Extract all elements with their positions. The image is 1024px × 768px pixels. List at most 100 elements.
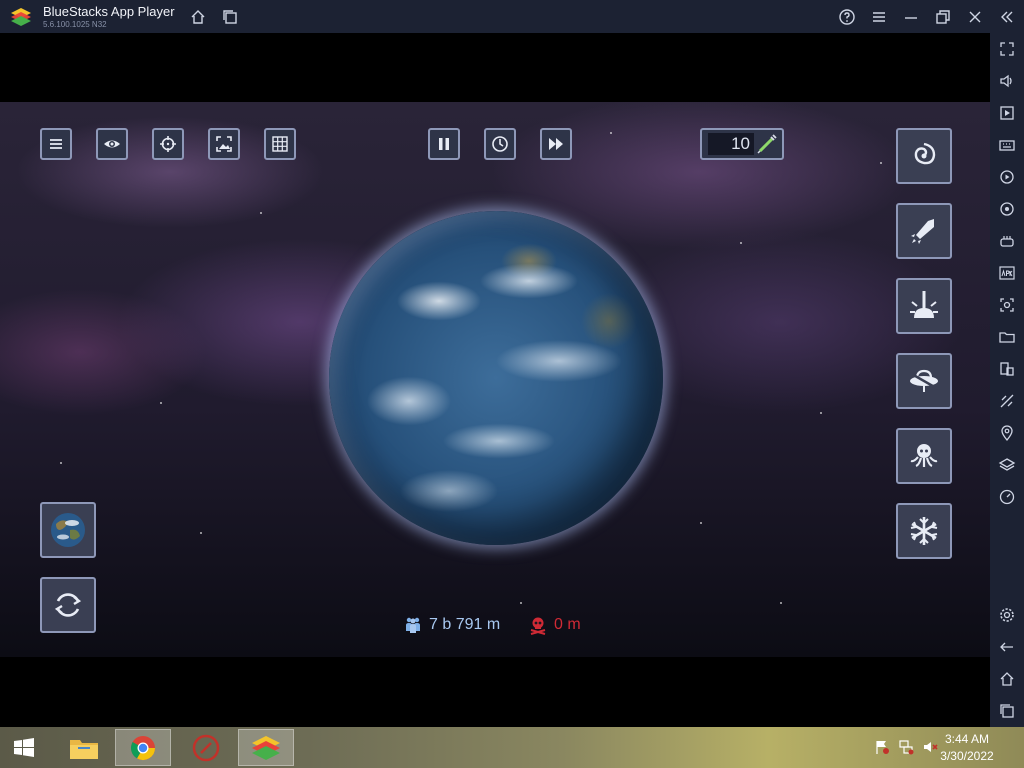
population-value: 7 b 791 m bbox=[429, 616, 501, 633]
star bbox=[820, 412, 822, 414]
back-icon[interactable] bbox=[998, 638, 1016, 656]
crosshair-icon bbox=[160, 136, 176, 152]
population-stat: 7 b 791 m bbox=[403, 614, 500, 636]
grid-icon bbox=[272, 136, 288, 152]
multi-window-icon[interactable] bbox=[998, 360, 1016, 378]
collapse-sidebar-icon[interactable] bbox=[998, 8, 1016, 26]
star bbox=[200, 532, 202, 534]
performance-icon[interactable] bbox=[998, 488, 1016, 506]
home-icon[interactable] bbox=[189, 8, 207, 26]
window-title: BlueStacks App Player bbox=[43, 4, 175, 19]
pause-button[interactable] bbox=[428, 128, 460, 160]
earth-thumbnail-icon bbox=[51, 513, 85, 547]
star bbox=[260, 212, 262, 214]
counter-value: 10 bbox=[708, 133, 754, 155]
reset-button[interactable] bbox=[40, 577, 96, 633]
chrome-icon bbox=[130, 735, 155, 760]
macro-icon[interactable] bbox=[998, 168, 1016, 186]
bluestacks-logo-icon bbox=[10, 7, 32, 27]
help-icon[interactable] bbox=[838, 8, 856, 26]
octopus-icon bbox=[910, 444, 938, 468]
alien-octopus-button[interactable] bbox=[896, 428, 952, 484]
window-version: 5.6.100.1025 N32 bbox=[43, 20, 107, 29]
deaths-value: 0 m bbox=[554, 616, 581, 633]
deaths-stat: 0 m bbox=[528, 614, 581, 636]
photo-frame-icon bbox=[216, 136, 232, 152]
windows-logo-icon bbox=[14, 737, 34, 757]
star bbox=[610, 132, 612, 134]
folder-icon bbox=[70, 739, 98, 759]
bluestacks-icon bbox=[252, 735, 280, 760]
fast-forward-button[interactable] bbox=[540, 128, 572, 160]
game-screen: 10 7 b 791 m 0 m bbox=[0, 33, 990, 727]
bluestacks-taskbar-button[interactable] bbox=[238, 729, 294, 766]
space-view[interactable]: 10 7 b 791 m 0 m bbox=[0, 102, 990, 657]
restore-icon[interactable] bbox=[934, 8, 952, 26]
star bbox=[880, 162, 882, 164]
taskbar-clock[interactable]: 3:44 AM 3/30/2022 bbox=[932, 731, 1002, 765]
snowflake-icon bbox=[910, 517, 938, 545]
pause-icon bbox=[439, 138, 449, 150]
view-toggle-button[interactable] bbox=[96, 128, 128, 160]
install-apk-icon[interactable] bbox=[998, 264, 1016, 282]
target-button[interactable] bbox=[152, 128, 184, 160]
laser-blast-icon bbox=[910, 291, 938, 318]
laser-button[interactable] bbox=[896, 278, 952, 334]
eye-icon bbox=[104, 140, 120, 148]
galaxy-button[interactable] bbox=[896, 128, 952, 184]
location-icon[interactable] bbox=[998, 424, 1016, 442]
action-center-flag-icon[interactable] bbox=[874, 739, 890, 755]
planet-select-button[interactable] bbox=[40, 502, 96, 558]
game-menu-button[interactable] bbox=[40, 128, 72, 160]
multi-instance-icon[interactable] bbox=[221, 8, 239, 26]
volume-icon[interactable] bbox=[998, 72, 1016, 90]
skull-icon bbox=[530, 617, 546, 635]
media-manager-icon[interactable] bbox=[998, 104, 1016, 122]
folder-icon[interactable] bbox=[998, 328, 1016, 346]
syringe-icon bbox=[756, 133, 778, 155]
clock-date: 3/30/2022 bbox=[940, 749, 994, 763]
rotate-icon[interactable] bbox=[998, 200, 1016, 218]
eco-mode-icon[interactable] bbox=[998, 392, 1016, 410]
settings-icon[interactable] bbox=[998, 606, 1016, 624]
star bbox=[160, 402, 162, 404]
recent-apps-icon[interactable] bbox=[998, 702, 1016, 720]
keyboard-icon[interactable] bbox=[998, 136, 1016, 154]
fast-forward-icon bbox=[549, 138, 563, 150]
close-icon[interactable] bbox=[966, 8, 984, 26]
start-button[interactable] bbox=[0, 729, 48, 766]
weapon-counter[interactable]: 10 bbox=[700, 128, 784, 160]
file-explorer-button[interactable] bbox=[56, 729, 112, 766]
refresh-icon bbox=[54, 593, 82, 617]
android-home-icon[interactable] bbox=[998, 670, 1016, 688]
ufo-icon bbox=[909, 369, 939, 392]
spiral-galaxy-icon bbox=[914, 142, 936, 165]
screenshot-mode-button[interactable] bbox=[208, 128, 240, 160]
title-bar: BlueStacks App Player 5.6.100.1025 N32 bbox=[0, 0, 1024, 33]
star bbox=[60, 462, 62, 464]
gamepad-icon[interactable] bbox=[998, 232, 1016, 250]
rocket-icon bbox=[911, 219, 934, 244]
unknown-app-button[interactable] bbox=[178, 729, 234, 766]
ufo-button[interactable] bbox=[896, 353, 952, 409]
time-button[interactable] bbox=[484, 128, 516, 160]
people-icon bbox=[406, 617, 420, 633]
rocket-button[interactable] bbox=[896, 203, 952, 259]
earth-planet[interactable] bbox=[329, 211, 663, 545]
bluestacks-sidebar bbox=[990, 33, 1024, 727]
grid-button[interactable] bbox=[264, 128, 296, 160]
clock-icon bbox=[492, 136, 508, 152]
hamburger-icon bbox=[50, 139, 62, 149]
star bbox=[520, 602, 522, 604]
fullscreen-icon[interactable] bbox=[998, 40, 1016, 58]
menu-icon[interactable] bbox=[870, 8, 888, 26]
chrome-button[interactable] bbox=[115, 729, 171, 766]
network-icon[interactable] bbox=[898, 739, 914, 755]
screenshot-icon[interactable] bbox=[998, 296, 1016, 314]
star bbox=[740, 242, 742, 244]
red-circle-app-icon bbox=[192, 734, 220, 761]
layers-icon[interactable] bbox=[998, 456, 1016, 474]
freeze-button[interactable] bbox=[896, 503, 952, 559]
clock-time: 3:44 AM bbox=[944, 732, 990, 746]
minimize-icon[interactable] bbox=[902, 8, 920, 26]
